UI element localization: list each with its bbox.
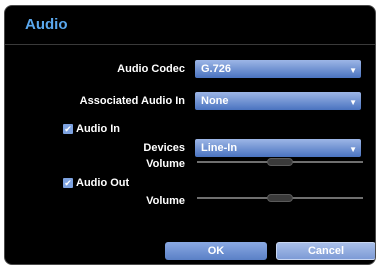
slider-thumb[interactable] <box>267 158 293 166</box>
audio-out-volume-slider[interactable] <box>197 192 363 204</box>
audio-in-volume-label: Volume <box>146 158 185 170</box>
audio-codec-value: G.726 <box>201 63 231 75</box>
devices-value: Line-In <box>201 142 238 154</box>
associated-audio-in-value: None <box>201 95 229 107</box>
audio-out-volume-label: Volume <box>146 195 185 207</box>
audio-in-volume-slider[interactable] <box>197 156 363 168</box>
associated-audio-in-label: Associated Audio In <box>79 95 185 107</box>
devices-label: Devices <box>143 142 185 154</box>
associated-audio-in-select[interactable]: None ▼ <box>195 92 361 110</box>
chevron-down-icon: ▼ <box>349 98 357 107</box>
cancel-button[interactable]: Cancel <box>276 242 375 260</box>
audio-codec-select[interactable]: G.726 ▼ <box>195 60 361 78</box>
audio-dialog: Audio Audio Codec G.726 ▼ Associated Aud… <box>4 5 376 265</box>
dialog-title: Audio <box>25 16 68 33</box>
slider-thumb[interactable] <box>267 194 293 202</box>
audio-in-checkbox-label: Audio In <box>76 123 120 135</box>
chevron-down-icon: ▼ <box>349 145 357 154</box>
audio-out-checkbox-label: Audio Out <box>76 177 130 189</box>
devices-select[interactable]: Line-In ▼ <box>195 139 361 157</box>
dialog-titlebar: Audio <box>5 6 375 45</box>
checkmark-icon: ✔ <box>63 124 73 134</box>
audio-codec-label: Audio Codec <box>117 63 185 75</box>
ok-button[interactable]: OK <box>165 242 267 260</box>
chevron-down-icon: ▼ <box>349 66 357 75</box>
checkmark-icon: ✔ <box>63 178 73 188</box>
